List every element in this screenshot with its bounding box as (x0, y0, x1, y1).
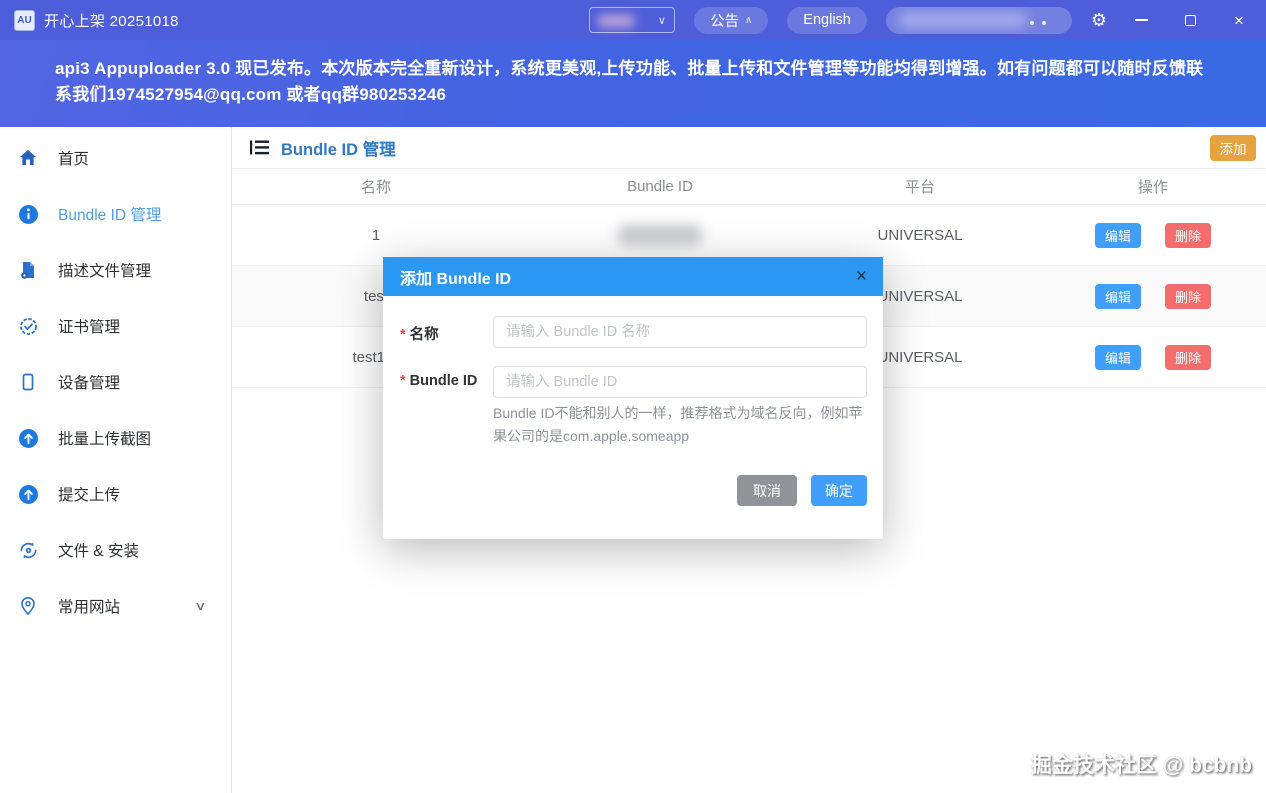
cell-name: 1 (371, 226, 381, 244)
titlebar: AU 开心上架 20251018 ∨ 公告 ∧ English ⚙ × (0, 0, 1266, 40)
required-marker: * (400, 373, 406, 389)
blurred-bundle-id (617, 224, 703, 246)
announcement-label: 公告 (709, 13, 739, 30)
sidebar-item-label: 批量上传截图 (58, 431, 152, 448)
sidebar-item-certificates[interactable]: 证书管理 (0, 298, 231, 354)
upload-circle-icon (17, 427, 39, 449)
close-icon: × (1234, 10, 1244, 30)
bundle-id-field-row: * Bundle ID (400, 366, 867, 398)
app-logo: AU (14, 9, 35, 31)
sidebar-item-label: 提交上传 (58, 487, 121, 504)
minimize-icon (1134, 19, 1148, 21)
cell-bundle-id (520, 224, 800, 246)
language-button[interactable]: English (787, 6, 867, 34)
confirm-button[interactable]: 确定 (811, 475, 867, 506)
page-title: Bundle ID 管理 (281, 140, 396, 159)
settings-gear-icon[interactable]: ⚙ (1091, 11, 1107, 29)
language-label: English (803, 12, 851, 28)
cell-actions: 编辑 删除 (1040, 344, 1266, 370)
sidebar-item-batch-screenshots[interactable]: 批量上传截图 (0, 410, 231, 466)
edit-button[interactable]: 编辑 (1095, 344, 1141, 370)
name-input[interactable] (493, 316, 867, 348)
minimize-button[interactable] (1126, 0, 1156, 40)
name-field-row: * 名称 (400, 316, 867, 348)
announcement-text: api3 Appuploader 3.0 现已发布。本次版本完全重新设计，系统更… (55, 59, 1204, 104)
edit-button[interactable]: 编辑 (1095, 222, 1141, 248)
announcement-button[interactable]: 公告 ∧ (693, 6, 769, 34)
blurred-text (897, 11, 1028, 28)
cancel-button[interactable]: 取消 (737, 475, 797, 506)
column-header-bundle-id: Bundle ID (627, 178, 693, 195)
edit-button[interactable]: 编辑 (1095, 283, 1141, 309)
sidebar-item-label: Bundle ID 管理 (58, 207, 162, 224)
chevron-up-icon: ∧ (744, 14, 753, 26)
collapse-menu-icon[interactable] (250, 140, 269, 155)
delete-button[interactable]: 删除 (1165, 283, 1211, 309)
dialog-close-icon[interactable]: × (856, 267, 867, 286)
table-header: 名称 Bundle ID 平台 操作 (232, 169, 1266, 205)
window-title: 开心上架 20251018 (44, 12, 179, 30)
chevron-down-icon: ∨ (657, 14, 666, 27)
certificate-icon (17, 315, 39, 337)
sidebar-item-files-install[interactable]: 文件 & 安装 (0, 522, 231, 578)
dialog-body: *名称 *Bundle ID Bundle ID不能和别人的一样，推荐格式为域名… (383, 296, 883, 506)
sidebar-item-devices[interactable]: 设备管理 (0, 354, 231, 410)
profile-file-icon (17, 259, 39, 281)
delete-button[interactable]: 删除 (1165, 344, 1211, 370)
sidebar-item-profiles[interactable]: 描述文件管理 (0, 242, 231, 298)
account-pill-blurred[interactable] (885, 6, 1072, 34)
close-button[interactable]: × (1224, 0, 1254, 40)
sidebar-item-label: 证书管理 (58, 319, 121, 336)
sidebar-item-submit-upload[interactable]: 提交上传 (0, 466, 231, 522)
location-pin-icon (17, 595, 39, 617)
blurred-text-dots (1029, 20, 1034, 25)
sidebar-item-label: 描述文件管理 (58, 263, 152, 280)
watermark-text: 掘金技术社区 @ bcbnb (1030, 754, 1252, 777)
sidebar-item-label: 设备管理 (58, 375, 121, 392)
upload-circle-icon (17, 483, 39, 505)
required-marker: * (400, 327, 406, 343)
cell-actions: 编辑 删除 (1040, 222, 1266, 248)
bundle-id-field-label: * Bundle ID (400, 373, 478, 389)
sidebar-item-bundle-id[interactable]: Bundle ID 管理 (0, 186, 231, 242)
bundle-id-help-text: Bundle ID不能和别人的一样，推荐格式为域名反向，例如苹果公司的是com.… (493, 405, 863, 444)
column-header-platform: 平台 (904, 179, 935, 196)
blurred-text (596, 14, 635, 28)
titlebar-select[interactable]: ∨ (588, 7, 675, 33)
sidebar: 首页 Bundle ID 管理 描述文件管理 证书管理 设备管理 批量上传截图 … (0, 127, 232, 793)
sync-gear-icon (17, 539, 39, 561)
maximize-button[interactable] (1175, 0, 1205, 40)
cell-actions: 编辑 删除 (1040, 283, 1266, 309)
column-header-actions: 操作 (1137, 179, 1168, 196)
dialog-footer: 取消 确定 (400, 475, 867, 506)
home-icon (17, 147, 39, 169)
announcement-banner: api3 Appuploader 3.0 现已发布。本次版本完全重新设计，系统更… (0, 40, 1266, 127)
chevron-down-icon: ∨ (194, 599, 207, 613)
app-window: AU 开心上架 20251018 ∨ 公告 ∧ English ⚙ × api3… (0, 0, 1266, 793)
dialog-title: 添加 Bundle ID (400, 270, 512, 288)
device-icon (17, 371, 39, 393)
sidebar-item-label: 常用网站 (58, 599, 121, 616)
info-circle-icon (17, 203, 39, 225)
cell-platform: UNIVERSAL (877, 226, 963, 244)
dialog-header: 添加 Bundle ID × (383, 257, 883, 296)
add-button[interactable]: 添加 (1210, 134, 1256, 161)
add-bundle-id-dialog: 添加 Bundle ID × *名称 *Bundle ID Bundle ID不… (383, 257, 883, 539)
bundle-id-input[interactable] (493, 366, 867, 398)
sidebar-item-label: 首页 (58, 151, 90, 168)
sidebar-item-common-sites[interactable]: 常用网站 ∨ (0, 578, 231, 634)
page-header: Bundle ID 管理 添加 (232, 127, 1266, 169)
delete-button[interactable]: 删除 (1165, 222, 1211, 248)
column-header-name: 名称 (360, 179, 391, 196)
maximize-icon (1184, 14, 1196, 26)
name-field-label: * 名称 (400, 327, 439, 343)
sidebar-item-home[interactable]: 首页 (0, 130, 231, 186)
sidebar-item-label: 文件 & 安装 (58, 543, 139, 560)
